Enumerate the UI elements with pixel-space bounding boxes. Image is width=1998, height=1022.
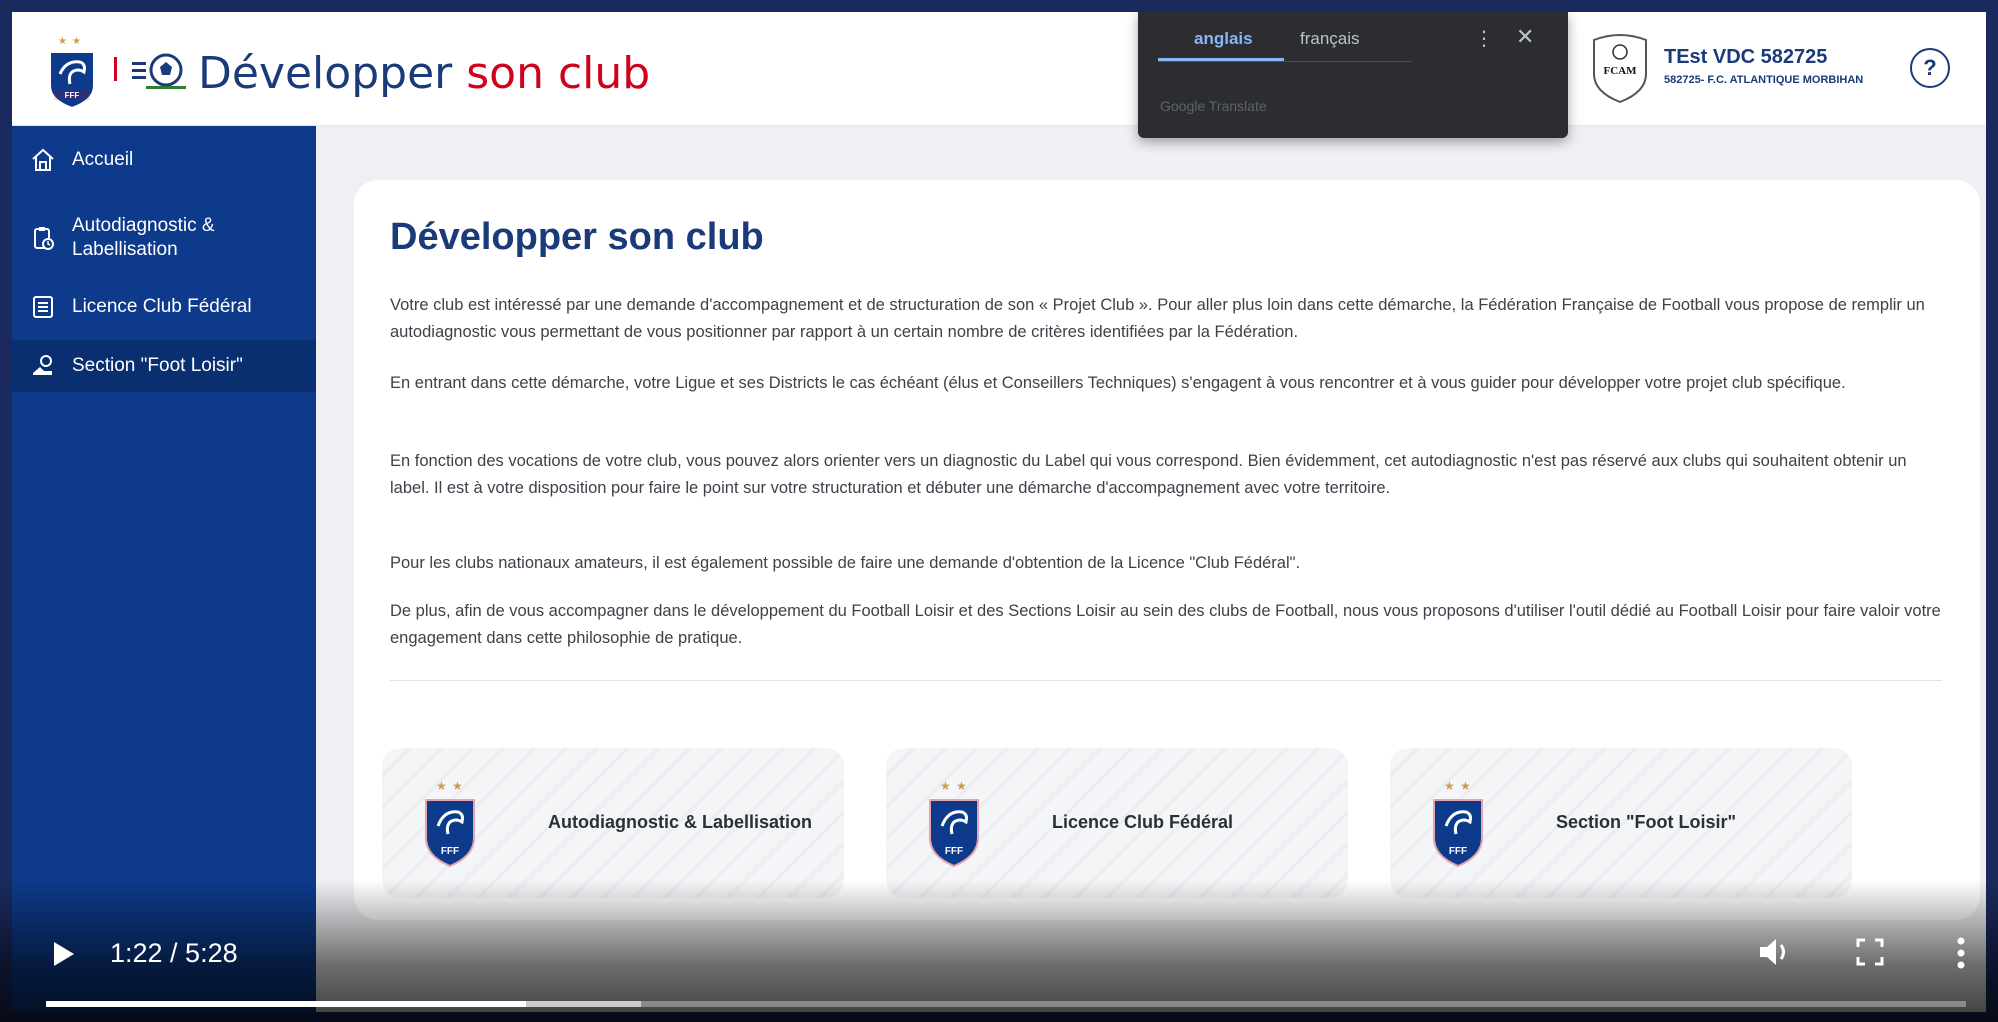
ball-speed-icon [132,53,186,89]
svg-text:FCAM: FCAM [1604,65,1638,77]
fff-logo-icon: ★ ★ FFF [1433,779,1483,868]
translate-tab-french[interactable]: français [1300,29,1360,49]
fff-logo-icon[interactable]: ★ ★ FFF [44,34,100,110]
app-title-part2: son club [466,48,651,99]
ball-shoe-icon [33,355,52,375]
svg-text:★: ★ [1444,779,1455,793]
sidebar-item-label: Autodiagnostic & Labellisation [72,215,215,260]
top-bar: ★ ★ FFF Développer son club FCAM TEst VD… [12,12,1986,126]
intro-paragraph: En fonction des vocations de votre club,… [390,452,1907,497]
app-title-part1: Développer [198,48,453,99]
sidebar-item-label: Licence Club Fédéral [72,296,252,317]
sidebar-item-label: Section "Foot Loisir" [72,355,243,376]
svg-text:★: ★ [72,36,81,47]
screen: ★ ★ FFF Développer son club FCAM TEst VD… [12,12,1986,1012]
fullscreen-icon[interactable] [1856,938,1884,966]
svg-text:★: ★ [452,779,463,793]
translate-active-underline [1158,58,1284,61]
app-title: Développer son club [198,48,650,99]
sidebar-item-foot-loisir[interactable]: Section "Foot Loisir" [12,340,316,392]
content-divider [390,680,1942,681]
tile-label: Section "Foot Loisir" [1556,812,1737,832]
translate-popup: anglais français ⋮ ✕ Google Translate [1138,12,1568,138]
document-list-icon [33,296,53,318]
volume-icon[interactable] [1758,936,1794,968]
translate-tab-english[interactable]: anglais [1194,29,1253,49]
svg-text:FFF: FFF [1449,846,1467,857]
clipboard-icon [34,227,54,250]
svg-text:★: ★ [436,779,447,793]
translate-brand: Google Translate [1160,98,1267,114]
translate-close-icon[interactable]: ✕ [1516,24,1534,50]
video-frame: ★ ★ FFF Développer son club FCAM TEst VD… [0,0,1998,1022]
tile-foot-loisir[interactable]: ★ ★ FFF Section "Foot Loisir" [1390,748,1852,898]
svg-text:FFF: FFF [65,91,80,100]
translate-tab-divider [1158,61,1412,62]
tile-licence[interactable]: ★ ★ FFF Licence Club Fédéral [886,748,1348,898]
page-title: Développer son club [390,216,764,258]
svg-text:FFF: FFF [441,846,459,857]
sidebar-item-autodiagnostic[interactable]: Autodiagnostic & Labellisation [12,208,316,268]
intro-paragraph: Votre club est intéressé par une demande… [390,296,1925,341]
tile-autodiagnostic[interactable]: ★ ★ FFF Autodiagnostic & Labellisation [382,748,844,898]
club-name[interactable]: TEst VDC 582725 [1664,46,1827,69]
fff-logo-icon: ★ ★ FFF [425,779,475,868]
play-icon[interactable] [52,940,76,968]
help-button[interactable]: ? [1910,48,1950,88]
video-time: 1:22 / 5:28 [110,938,238,968]
sidebar-item-licence[interactable]: Licence Club Fédéral [12,286,316,328]
tile-label: Licence Club Fédéral [1052,812,1234,832]
svg-text:★: ★ [956,779,967,793]
svg-text:★: ★ [1460,779,1471,793]
intro-paragraph: Pour les clubs nationaux amateurs, il es… [390,554,1301,572]
header-separator [114,57,117,81]
intro-paragraph: En entrant dans cette démarche, votre Li… [390,374,1846,392]
video-played [46,1001,526,1007]
video-progress-bar[interactable] [46,1001,1966,1007]
svg-text:FFF: FFF [945,846,963,857]
home-icon [32,148,54,171]
tile-label: Autodiagnostic & Labellisation [548,812,813,832]
fff-logo-icon: ★ ★ FFF [929,779,979,868]
svg-text:★: ★ [940,779,951,793]
content-card: Développer son club Votre club est intér… [354,180,1980,920]
svg-text:★: ★ [58,36,67,47]
club-badge-icon: FCAM [1593,34,1647,104]
more-options-icon[interactable] [1956,936,1966,970]
sidebar-item-label: Accueil [72,149,134,170]
club-subtitle: 582725- F.C. ATLANTIQUE MORBIHAN [1664,74,1864,86]
sidebar-item-accueil[interactable]: Accueil [12,140,316,180]
intro-paragraph: De plus, afin de vous accompagner dans l… [390,602,1941,647]
translate-more-icon[interactable]: ⋮ [1474,26,1494,51]
